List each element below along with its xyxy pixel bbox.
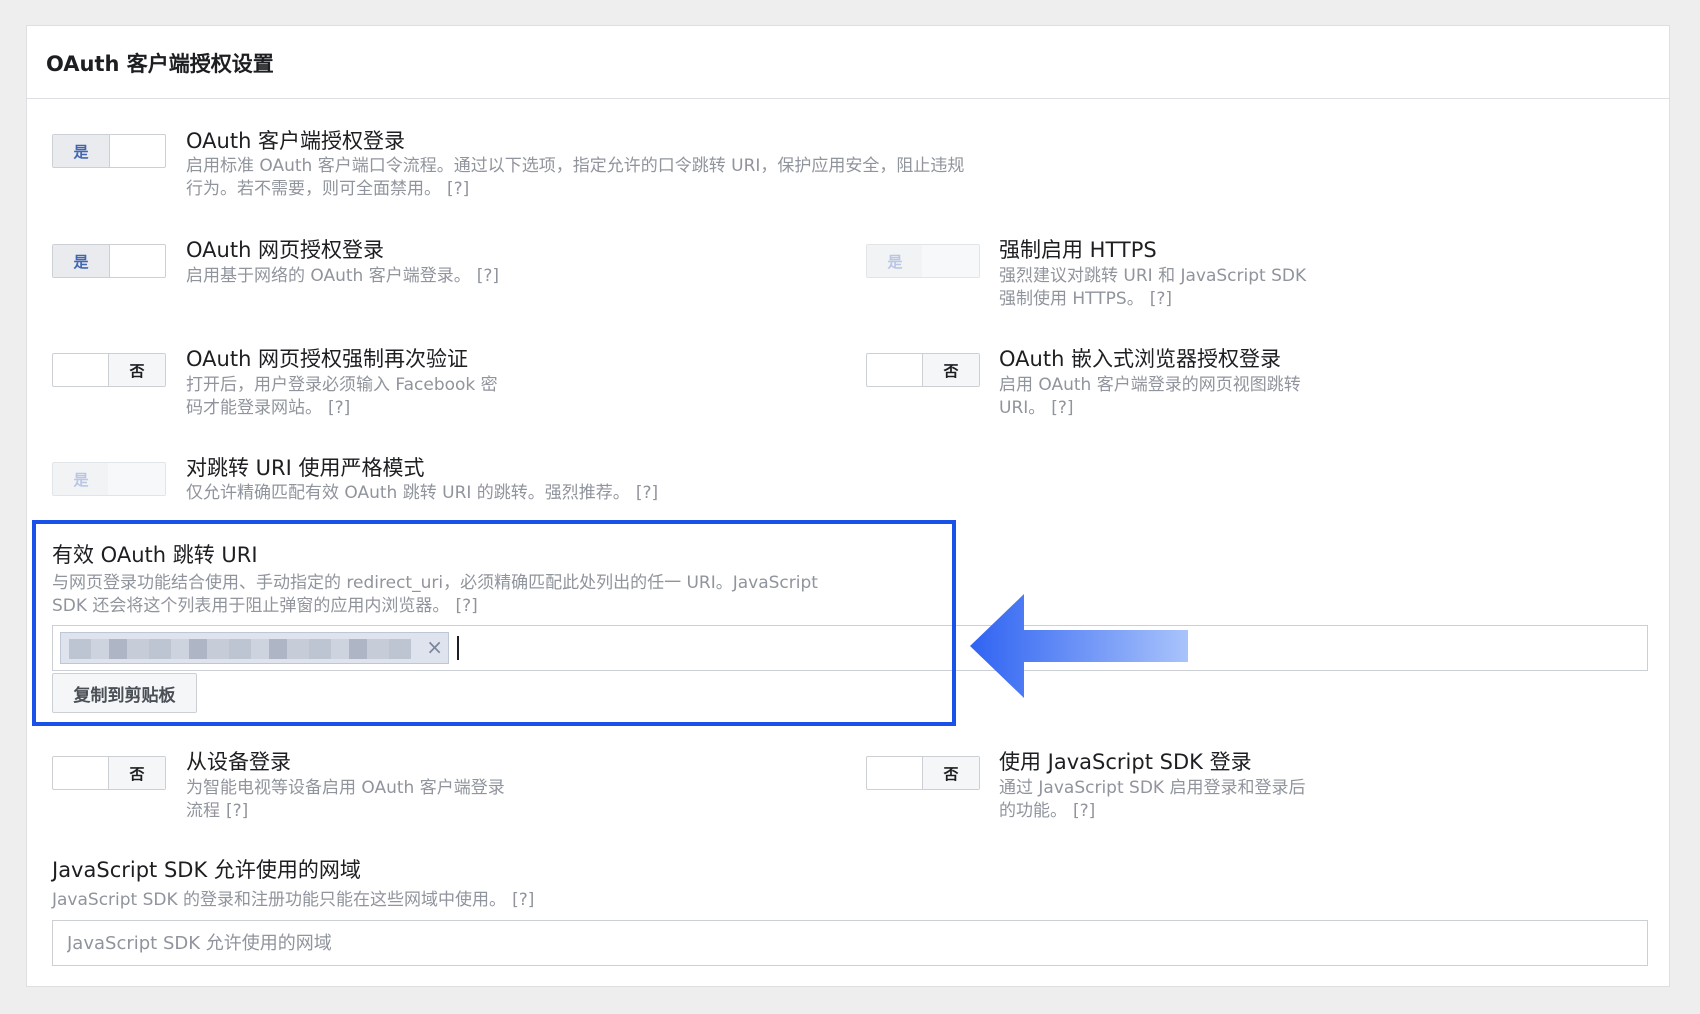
desc-line: 启用 OAuth 客户端登录的网页视图跳转: [999, 375, 1301, 395]
embedded-browser-title: OAuth 嵌入式浏览器授权登录: [999, 347, 1282, 371]
desc-line: 通过 JavaScript SDK 启用登录和登录后: [999, 778, 1306, 798]
help-link[interactable]: [?]: [1150, 289, 1172, 309]
client-oauth-login-title: OAuth 客户端授权登录: [186, 129, 406, 153]
client-oauth-login-toggle[interactable]: 是: [52, 134, 166, 168]
toggle-blank: [108, 463, 165, 495]
js-domains-desc: JavaScript SDK 的登录和注册功能只能在这些网域中使用。 [?]: [52, 889, 952, 912]
desc-line: 启用基于网络的 OAuth 客户端登录。: [186, 266, 471, 286]
panel-header: OAuth 客户端授权设置: [27, 26, 1669, 99]
desc-line: 强烈建议对跳转 URI 和 JavaScript SDK: [999, 266, 1307, 286]
js-domains-input[interactable]: [52, 920, 1648, 966]
enforce-https-title: 强制启用 HTTPS: [999, 238, 1157, 262]
web-reauth-title: OAuth 网页授权强制再次验证: [186, 347, 469, 371]
js-sdk-login-toggle[interactable]: 否: [866, 756, 980, 790]
web-reauth-desc: 打开后，用户登录必须输入 Facebook 密 码才能登录网站。 [?]: [186, 374, 606, 420]
strict-mode-desc: 仅允许精确匹配有效 OAuth 跳转 URI 的跳转。强烈推荐。 [?]: [186, 482, 886, 505]
desc-line: 行为。若不需要，则可全面禁用。: [186, 179, 441, 199]
toggle-no-label: 否: [922, 354, 979, 386]
help-link[interactable]: [?]: [512, 890, 534, 910]
help-link[interactable]: [?]: [1051, 398, 1073, 418]
help-link[interactable]: [?]: [1073, 801, 1095, 821]
embedded-browser-desc: 启用 OAuth 客户端登录的网页视图跳转 URI。 [?]: [999, 374, 1379, 420]
client-oauth-login-desc: 启用标准 OAuth 客户端口令流程。通过以下选项，指定允许的口令跳转 URI，…: [186, 155, 1086, 201]
web-oauth-login-toggle[interactable]: 是: [52, 244, 166, 278]
toggle-yes-label: 是: [867, 245, 924, 277]
web-reauth-toggle[interactable]: 否: [52, 353, 166, 387]
toggle-yes-label: 是: [53, 245, 110, 277]
device-login-desc: 为智能电视等设备启用 OAuth 客户端登录 流程 [?]: [186, 777, 606, 823]
toggle-no-label: 否: [108, 757, 165, 789]
desc-line: 的功能。: [999, 801, 1067, 821]
strict-mode-toggle: 是: [52, 462, 166, 496]
toggle-blank: [922, 245, 979, 277]
highlight-box: [32, 520, 956, 726]
panel-title: OAuth 客户端授权设置: [46, 52, 274, 76]
toggle-yes-label: 是: [53, 463, 110, 495]
js-sdk-login-desc: 通过 JavaScript SDK 启用登录和登录后 的功能。 [?]: [999, 777, 1379, 823]
help-link[interactable]: [?]: [447, 179, 469, 199]
strict-mode-title: 对跳转 URI 使用严格模式: [186, 456, 425, 480]
toggle-yes-label: 是: [53, 135, 110, 167]
desc-line: 打开后，用户登录必须输入 Facebook 密: [186, 375, 498, 395]
help-link[interactable]: [?]: [328, 398, 350, 418]
web-oauth-login-title: OAuth 网页授权登录: [186, 238, 385, 262]
js-sdk-login-title: 使用 JavaScript SDK 登录: [999, 750, 1252, 774]
toggle-no-label: 否: [922, 757, 979, 789]
desc-line: 码才能登录网站。: [186, 398, 322, 418]
help-link[interactable]: [?]: [477, 266, 499, 286]
device-login-toggle[interactable]: 否: [52, 756, 166, 790]
desc-line: 为智能电视等设备启用 OAuth 客户端登录: [186, 778, 505, 798]
desc-line: 强制使用 HTTPS。: [999, 289, 1144, 309]
web-oauth-login-desc: 启用基于网络的 OAuth 客户端登录。 [?]: [186, 265, 686, 288]
desc-line: URI。: [999, 398, 1046, 418]
desc-line: 仅允许精确匹配有效 OAuth 跳转 URI 的跳转。强烈推荐。: [186, 483, 630, 503]
enforce-https-desc: 强烈建议对跳转 URI 和 JavaScript SDK 强制使用 HTTPS。…: [999, 265, 1379, 311]
toggle-no-label: 否: [108, 354, 165, 386]
desc-line: JavaScript SDK 的登录和注册功能只能在这些网域中使用。: [52, 890, 507, 910]
enforce-https-toggle: 是: [866, 244, 980, 278]
help-link[interactable]: [?]: [636, 483, 658, 503]
embedded-browser-toggle[interactable]: 否: [866, 353, 980, 387]
js-domains-title: JavaScript SDK 允许使用的网域: [52, 858, 361, 882]
help-link[interactable]: [?]: [226, 801, 248, 821]
device-login-title: 从设备登录: [186, 750, 291, 774]
pointer-arrow-icon: [970, 594, 1188, 698]
desc-line: 流程: [186, 801, 220, 821]
desc-line: 启用标准 OAuth 客户端口令流程。通过以下选项，指定允许的口令跳转 URI，…: [186, 156, 965, 176]
